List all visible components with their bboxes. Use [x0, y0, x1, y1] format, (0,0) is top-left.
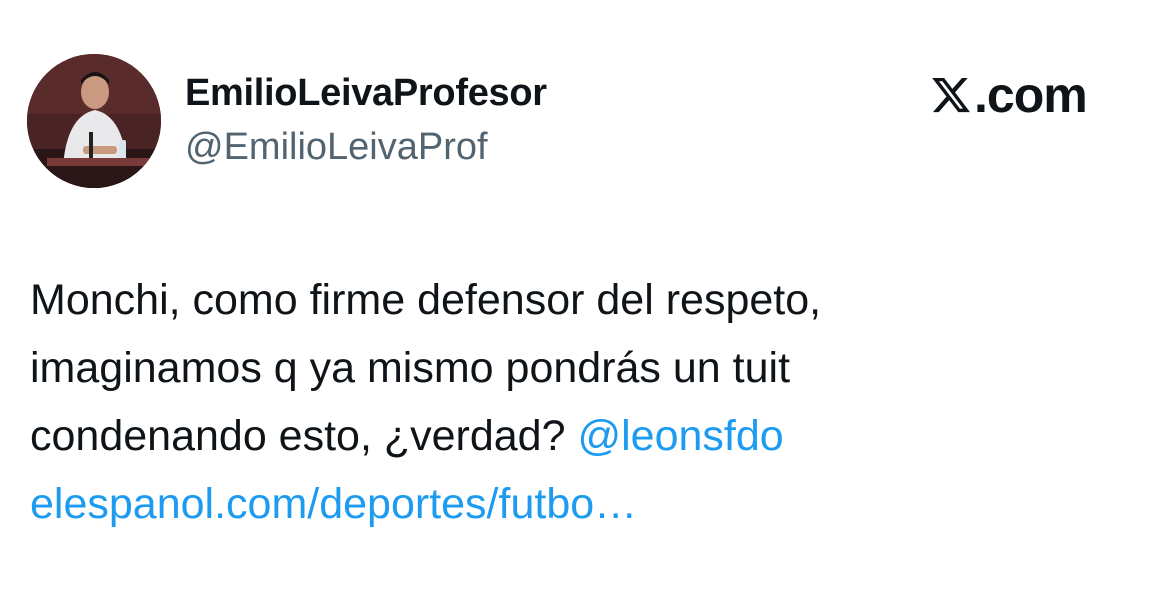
- brand-logo: .com: [930, 67, 1088, 123]
- url-link[interactable]: elespanol.com/deportes/futbo…: [30, 470, 1140, 538]
- mention-link[interactable]: @leonsfdo: [577, 412, 783, 460]
- profile-photo: [27, 54, 161, 188]
- tweet-line: condenando esto, ¿verdad? @leonsfdo: [30, 402, 1140, 470]
- tweet-line: imaginamos q ya mismo pondrás un tuit: [30, 344, 791, 392]
- avatar[interactable]: [27, 54, 161, 188]
- tweet-line-text: condenando esto, ¿verdad?: [30, 412, 578, 460]
- x-logo-icon: [932, 77, 970, 113]
- tweet-line: Monchi, como firme defensor del respeto,: [30, 276, 822, 324]
- display-name[interactable]: EmilioLeivaProfesor: [185, 72, 547, 115]
- brand-text: .com: [974, 67, 1088, 123]
- user-handle[interactable]: @EmilioLeivaProf: [185, 126, 488, 169]
- tweet-text: Monchi, como firme defensor del respeto,…: [30, 266, 1140, 538]
